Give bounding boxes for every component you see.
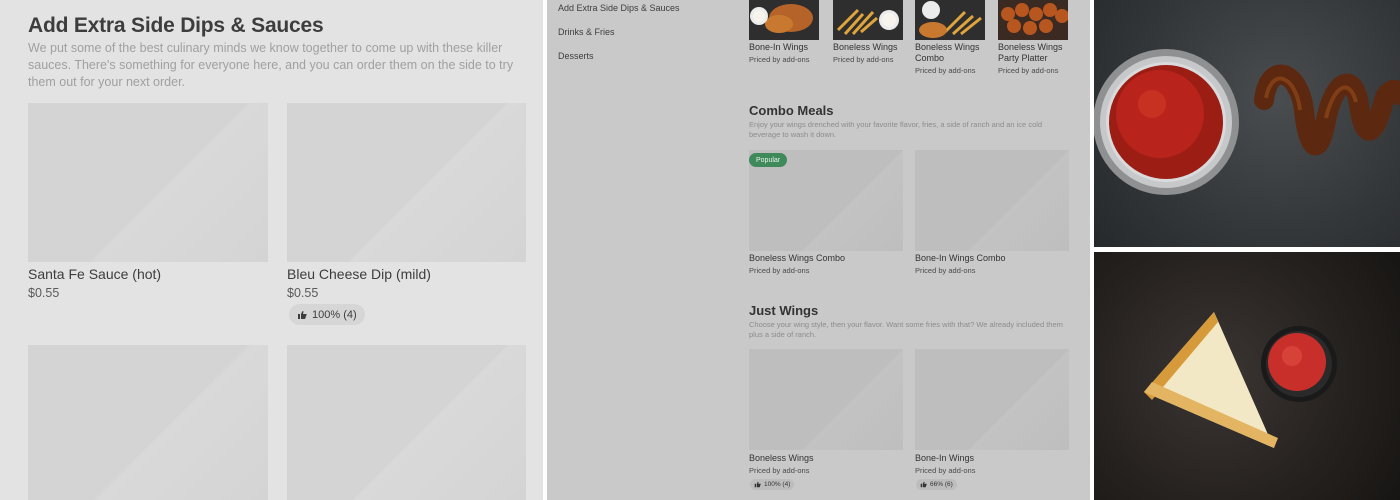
boneless-wings-combo-image[interactable] [915, 0, 985, 40]
section-description: Choose your wing style, then your flavor… [749, 320, 1063, 339]
nav-item-desserts[interactable]: Desserts [558, 51, 594, 61]
item-name[interactable]: Boneless Wings [749, 453, 814, 463]
popular-badge: Popular [749, 153, 788, 167]
sauce-cup-photo [1094, 0, 1400, 247]
photo-panel [1094, 0, 1400, 500]
menu-panel: Add Extra Side Dips & Sauces Drinks & Fr… [547, 0, 1090, 500]
rating-text: 100% (4) [312, 308, 357, 321]
item-price: Priced by add-ons [998, 66, 1059, 75]
item-price: Priced by add-ons [833, 55, 894, 64]
item-name[interactable]: Boneless Wings [833, 42, 905, 53]
sauces-panel: Add Extra Side Dips & Sauces We put some… [0, 0, 543, 500]
cheesecake-photo [1094, 252, 1400, 500]
item-name[interactable]: Bone-In Wings Combo [915, 253, 1006, 263]
item-name[interactable]: Boneless Wings Combo [915, 42, 987, 64]
item-price: Priced by add-ons [915, 266, 976, 275]
section-description: Enjoy your wings drenched with your favo… [749, 120, 1043, 139]
item-name[interactable]: Santa Fe Sauce (hot) [28, 266, 161, 282]
item-price: $0.55 [28, 286, 60, 300]
item-name[interactable]: Bleu Cheese Dip (mild) [287, 266, 431, 282]
rating-badge: 100% (4) [289, 304, 365, 325]
section-description: We put some of the best culinary minds w… [28, 41, 514, 89]
item-name[interactable]: Bone-In Wings [915, 453, 974, 463]
thumbs-up-icon [754, 481, 761, 488]
item-price: Priced by add-ons [749, 266, 810, 275]
thumbs-up-icon [920, 481, 927, 488]
rating-text: 66% (6) [930, 481, 953, 488]
item-name[interactable]: Boneless Wings Combo [749, 253, 845, 263]
nav-item-drinks-fries[interactable]: Drinks & Fries [558, 27, 615, 37]
item-image-placeholder[interactable] [287, 345, 526, 500]
section-title: Add Extra Side Dips & Sauces [28, 14, 324, 37]
party-platter-image[interactable] [998, 0, 1068, 40]
item-image-placeholder[interactable] [28, 103, 268, 262]
item-price: Priced by add-ons [915, 466, 976, 475]
item-image-placeholder[interactable] [28, 345, 268, 500]
item-image-placeholder[interactable] [915, 349, 1069, 450]
boneless-wings-image[interactable] [833, 0, 903, 40]
item-image-placeholder[interactable] [915, 150, 1069, 251]
item-price: Priced by add-ons [749, 466, 810, 475]
thumbs-up-icon [298, 310, 307, 319]
item-name[interactable]: Bone-In Wings [749, 42, 821, 53]
item-price: $0.55 [287, 286, 319, 300]
section-title: Just Wings [749, 303, 819, 318]
item-price: Priced by add-ons [915, 66, 976, 75]
bone-in-wings-image[interactable] [749, 0, 819, 40]
item-image-placeholder[interactable] [749, 349, 903, 450]
item-image-placeholder[interactable] [287, 103, 526, 262]
nav-item-sauces[interactable]: Add Extra Side Dips & Sauces [558, 3, 680, 13]
item-price: Priced by add-ons [749, 55, 810, 64]
rating-badge: 100% (4) [750, 479, 795, 490]
section-title: Combo Meals [749, 103, 834, 118]
rating-text: 100% (4) [764, 481, 791, 488]
item-name[interactable]: Boneless Wings Party Platter [998, 42, 1070, 64]
rating-badge: 66% (6) [916, 479, 957, 490]
